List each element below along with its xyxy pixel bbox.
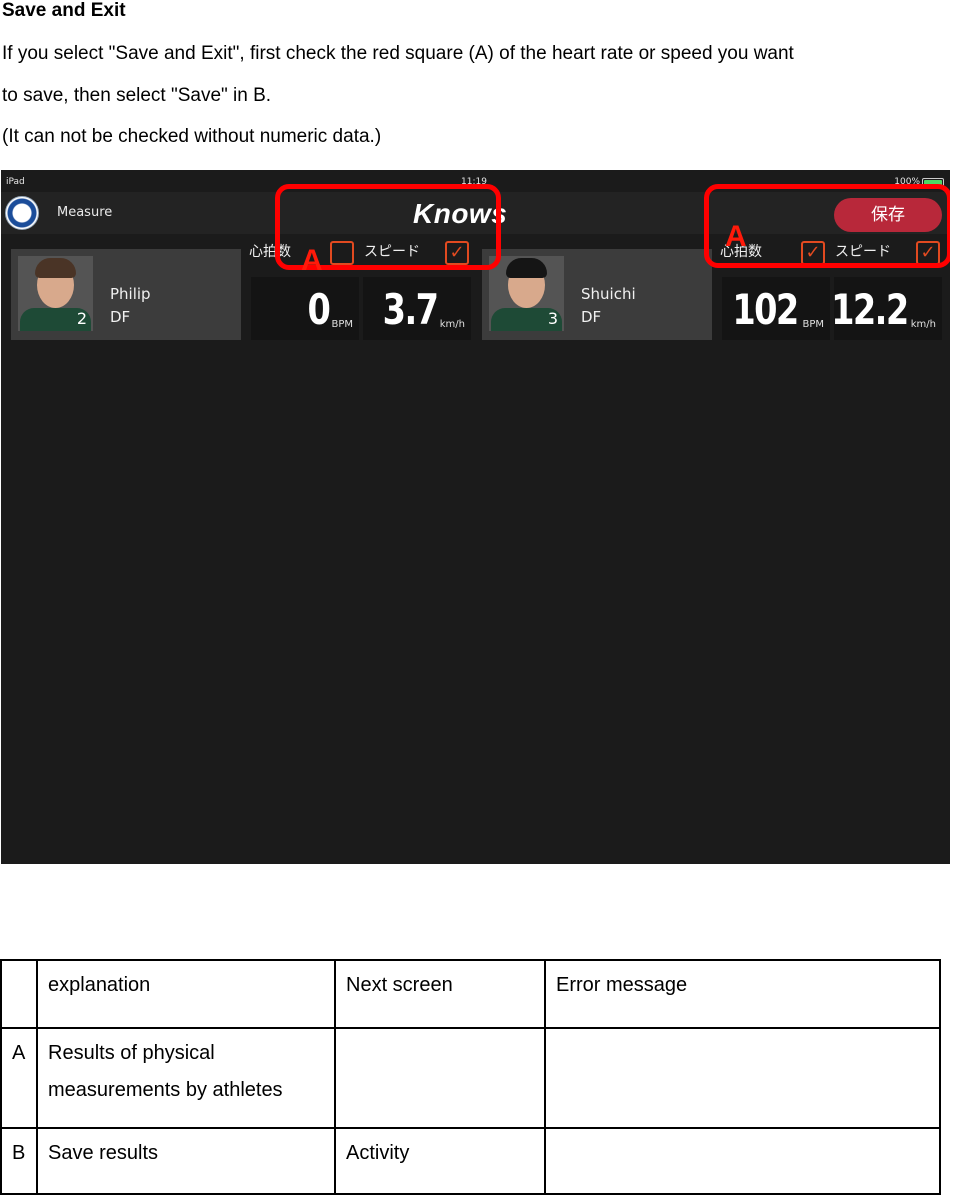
jersey-number: 2 (76, 309, 87, 328)
doc-title: Save and Exit (2, 0, 126, 21)
speed-unit: km/h (439, 319, 465, 330)
row-explanation: Results of physical measurements by athl… (36, 1027, 336, 1129)
header-explanation: explanation (36, 959, 336, 1029)
table-header-row: explanation Next screen Error message (0, 959, 941, 1029)
annotation-label-a-right: A (725, 220, 747, 253)
player-name: Philip (110, 285, 151, 303)
spec-table: explanation Next screen Error message A … (0, 959, 941, 1195)
instruction-note: (It can not be checked without numeric d… (2, 126, 382, 147)
team-logo (5, 196, 39, 230)
app-screenshot: iPad 11:19 100% Measure Knows 保存 2 Phili… (1, 170, 950, 864)
instruction-line-1: If you select "Save and Exit", first che… (2, 43, 794, 64)
nav-title: Measure (57, 205, 113, 220)
table-row: A Results of physical measurements by at… (0, 1027, 941, 1129)
player-card[interactable]: 3 Shuichi DF (482, 249, 712, 340)
speed-value: 12.2 (831, 285, 909, 334)
player-photo: 3 (489, 256, 564, 331)
heart-rate-display: 0 BPM (251, 277, 359, 340)
speed-value: 3.7 (382, 285, 438, 334)
row-explanation: Save results (36, 1127, 336, 1195)
heart-rate-unit: BPM (331, 319, 353, 330)
row-key: B (0, 1127, 38, 1195)
heart-rate-value: 0 (307, 285, 330, 334)
row-error-message (544, 1127, 941, 1195)
header-next-screen: Next screen (334, 959, 546, 1029)
hair-shape (506, 258, 547, 278)
instruction-line-2: to save, then select "Save" in B. (2, 85, 272, 106)
annotation-label-a: A (301, 244, 323, 277)
header-error-message: Error message (544, 959, 941, 1029)
speed-display: 3.7 km/h (363, 277, 471, 340)
heart-rate-value: 102 (732, 285, 800, 334)
row-key: A (0, 1027, 38, 1129)
table-row: B Save results Activity (0, 1127, 941, 1195)
header-key (0, 959, 38, 1029)
carrier-label: iPad (6, 177, 25, 187)
speed-display: 12.2 km/h (831, 277, 942, 340)
player-name: Shuichi (581, 285, 636, 303)
player-position: DF (581, 308, 602, 326)
heart-rate-display: 102 BPM (722, 277, 830, 340)
hair-shape (35, 258, 76, 278)
row-next-screen: Activity (334, 1127, 546, 1195)
player-position: DF (110, 308, 131, 326)
jersey-number: 3 (547, 309, 558, 328)
row-next-screen (334, 1027, 546, 1129)
speed-unit: km/h (910, 319, 936, 330)
player-card[interactable]: 2 Philip DF (11, 249, 241, 340)
heart-rate-unit: BPM (802, 319, 824, 330)
player-photo: 2 (18, 256, 93, 331)
row-error-message (544, 1027, 941, 1129)
